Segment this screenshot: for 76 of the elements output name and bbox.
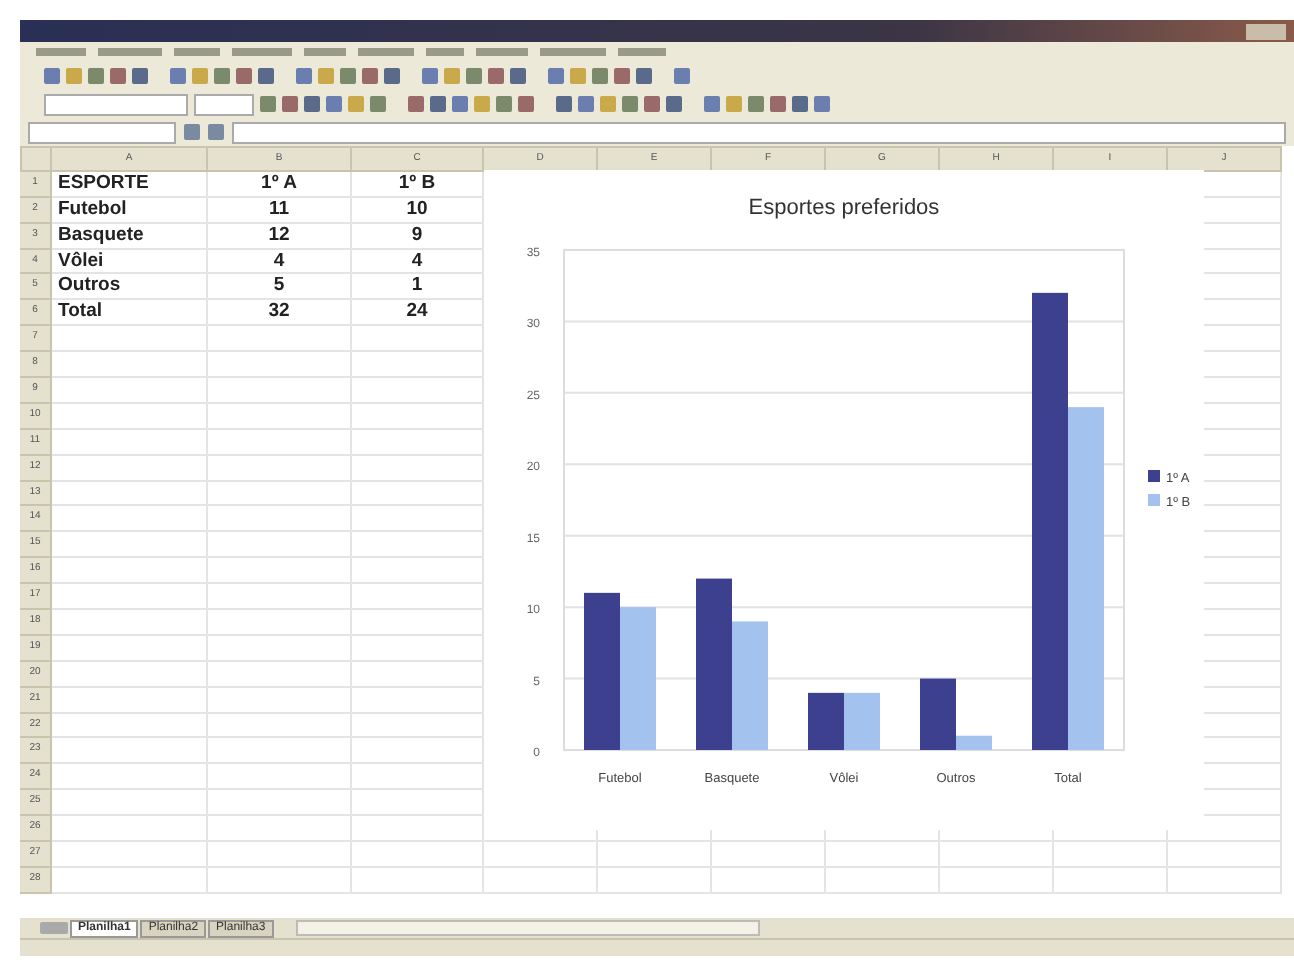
table-cell: 12 [208, 223, 352, 250]
table-cell [208, 481, 352, 507]
menu-item-icon[interactable] [540, 48, 606, 56]
table-cell [484, 842, 598, 868]
formula-input-field[interactable] [232, 121, 1286, 143]
menu-item-icon[interactable] [476, 48, 528, 56]
table-cell [208, 635, 352, 662]
table-cell: 11 [208, 197, 352, 224]
table-cell [712, 842, 826, 868]
table-cell [208, 584, 352, 611]
table-cell [208, 790, 352, 817]
table-cell [1054, 842, 1168, 868]
table-cell [712, 867, 826, 894]
menu-item-icon[interactable] [36, 48, 86, 56]
menu-item-icon[interactable] [174, 48, 220, 56]
table-cell [208, 429, 352, 456]
table-cell: Basquete [52, 223, 208, 250]
table-cell [208, 532, 352, 559]
table-cell [1168, 842, 1282, 868]
table-cell [208, 506, 352, 533]
table-cell [208, 558, 352, 585]
table-cell: 1º A [208, 171, 352, 198]
horizontal-scrollbar[interactable] [295, 920, 760, 936]
table-cell: Vôlei [52, 249, 208, 275]
font-size-field[interactable] [194, 93, 254, 115]
table-cell [208, 455, 352, 482]
table-cell [208, 610, 352, 636]
table-cell [208, 764, 352, 791]
table-cell: Futebol [52, 197, 208, 224]
menu-item-icon[interactable] [304, 48, 346, 56]
bar [844, 692, 880, 750]
menu-item-icon[interactable] [618, 48, 666, 56]
table-cell [208, 713, 352, 739]
table-cell: 5 [208, 274, 352, 301]
table-cell [208, 816, 352, 843]
function-icon[interactable] [184, 124, 200, 140]
table-cell [208, 352, 352, 379]
select-all-corner[interactable] [20, 146, 52, 172]
table-cell [208, 403, 352, 430]
table-cell [598, 867, 712, 894]
window-control-icon[interactable] [1246, 23, 1286, 39]
table-cell [1054, 867, 1168, 894]
table-cell [208, 738, 352, 765]
table-cell [352, 816, 484, 843]
table-cell: 4 [208, 249, 352, 275]
table-cell [208, 867, 352, 894]
cell-reference-field[interactable] [28, 121, 176, 143]
table-cell: 32 [208, 300, 352, 327]
table-cell [940, 842, 1054, 868]
menu-item-icon[interactable] [426, 48, 464, 56]
table-cell [208, 842, 352, 868]
tab-scroll-icon[interactable] [40, 922, 68, 934]
menu-item-icon[interactable] [232, 48, 292, 56]
table-cell [352, 867, 484, 894]
table-cell: ESPORTE [52, 171, 208, 198]
table-cell [940, 867, 1054, 894]
table-cell: Total [52, 300, 208, 327]
table-cell [208, 326, 352, 353]
table-cell [598, 842, 712, 868]
menu-item-icon[interactable] [358, 48, 414, 56]
table-cell [208, 378, 352, 404]
bar [732, 621, 768, 750]
sum-icon[interactable] [208, 124, 224, 140]
table-cell [208, 687, 352, 714]
bar [808, 692, 844, 750]
menu-item-icon[interactable] [98, 48, 162, 56]
table-cell [1168, 867, 1282, 894]
font-name-field[interactable] [44, 93, 188, 115]
table-cell [484, 867, 598, 894]
table-cell [352, 842, 484, 868]
table-cell [826, 842, 940, 868]
table-cell [826, 867, 940, 894]
table-cell [208, 661, 352, 688]
bar [620, 607, 656, 750]
table-cell: Outros [52, 274, 208, 301]
chart-title: Esportes preferidos [748, 196, 940, 220]
